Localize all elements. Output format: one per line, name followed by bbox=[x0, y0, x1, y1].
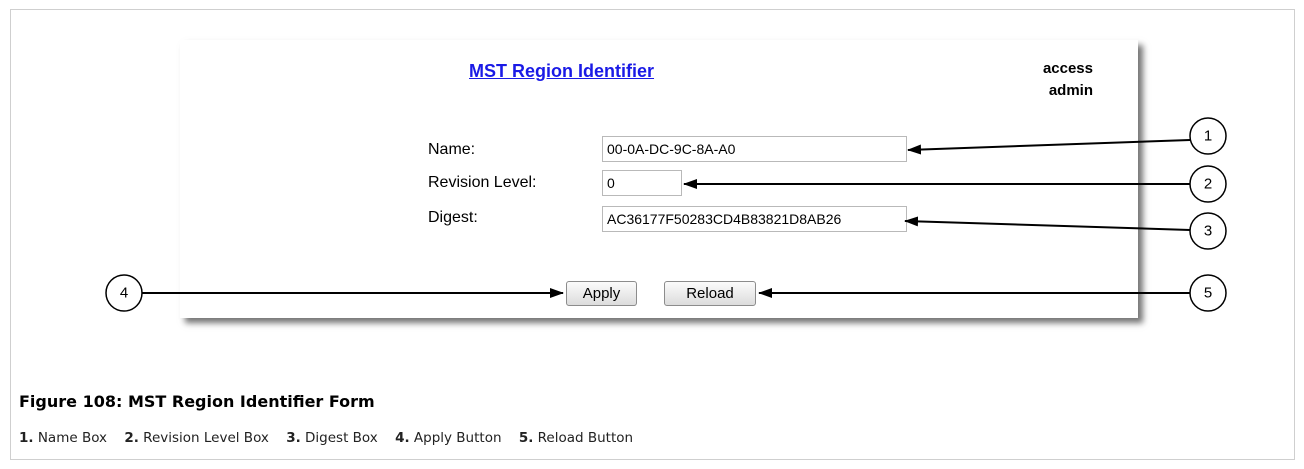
callout-4-number: 4 bbox=[120, 285, 128, 302]
figure-legend: 1. Name Box 2. Revision Level Box 3. Dig… bbox=[19, 430, 646, 446]
legend-item-reload-button: 5. Reload Button bbox=[519, 430, 633, 446]
legend-number: 1. bbox=[19, 430, 34, 446]
legend-number: 3. bbox=[286, 430, 301, 446]
legend-text: Digest Box bbox=[305, 430, 378, 446]
legend-number: 4. bbox=[395, 430, 410, 446]
legend-text: Name Box bbox=[37, 430, 108, 446]
legend-text: Revision Level Box bbox=[143, 430, 269, 446]
callout-1-number: 1 bbox=[1204, 128, 1212, 145]
legend-item-revision-level-box: 2. Revision Level Box bbox=[124, 430, 269, 446]
legend-text: Apply Button bbox=[413, 430, 502, 446]
callout-1-arrow bbox=[907, 139, 1191, 155]
callout-5-badge: 5 bbox=[1189, 274, 1227, 312]
callout-2-number: 2 bbox=[1204, 176, 1212, 193]
callout-5-number: 5 bbox=[1204, 285, 1212, 302]
callout-3-badge: 3 bbox=[1189, 212, 1227, 250]
callout-4-badge: 4 bbox=[105, 274, 143, 312]
callout-2-badge: 2 bbox=[1189, 165, 1227, 203]
callout-3-number: 3 bbox=[1204, 223, 1212, 240]
callout-3-arrow bbox=[904, 216, 1191, 231]
legend-number: 5. bbox=[518, 430, 534, 446]
legend-text: Reload Button bbox=[537, 430, 634, 446]
legend-item-apply-button: 4. Apply Button bbox=[395, 430, 501, 446]
legend-number: 2. bbox=[124, 430, 139, 446]
legend-item-name-box: 1. Name Box bbox=[19, 430, 107, 446]
figure-caption: Figure 108: MST Region Identifier Form bbox=[19, 392, 375, 411]
legend-item-digest-box: 3. Digest Box bbox=[286, 430, 378, 446]
callout-1-badge: 1 bbox=[1189, 117, 1227, 155]
